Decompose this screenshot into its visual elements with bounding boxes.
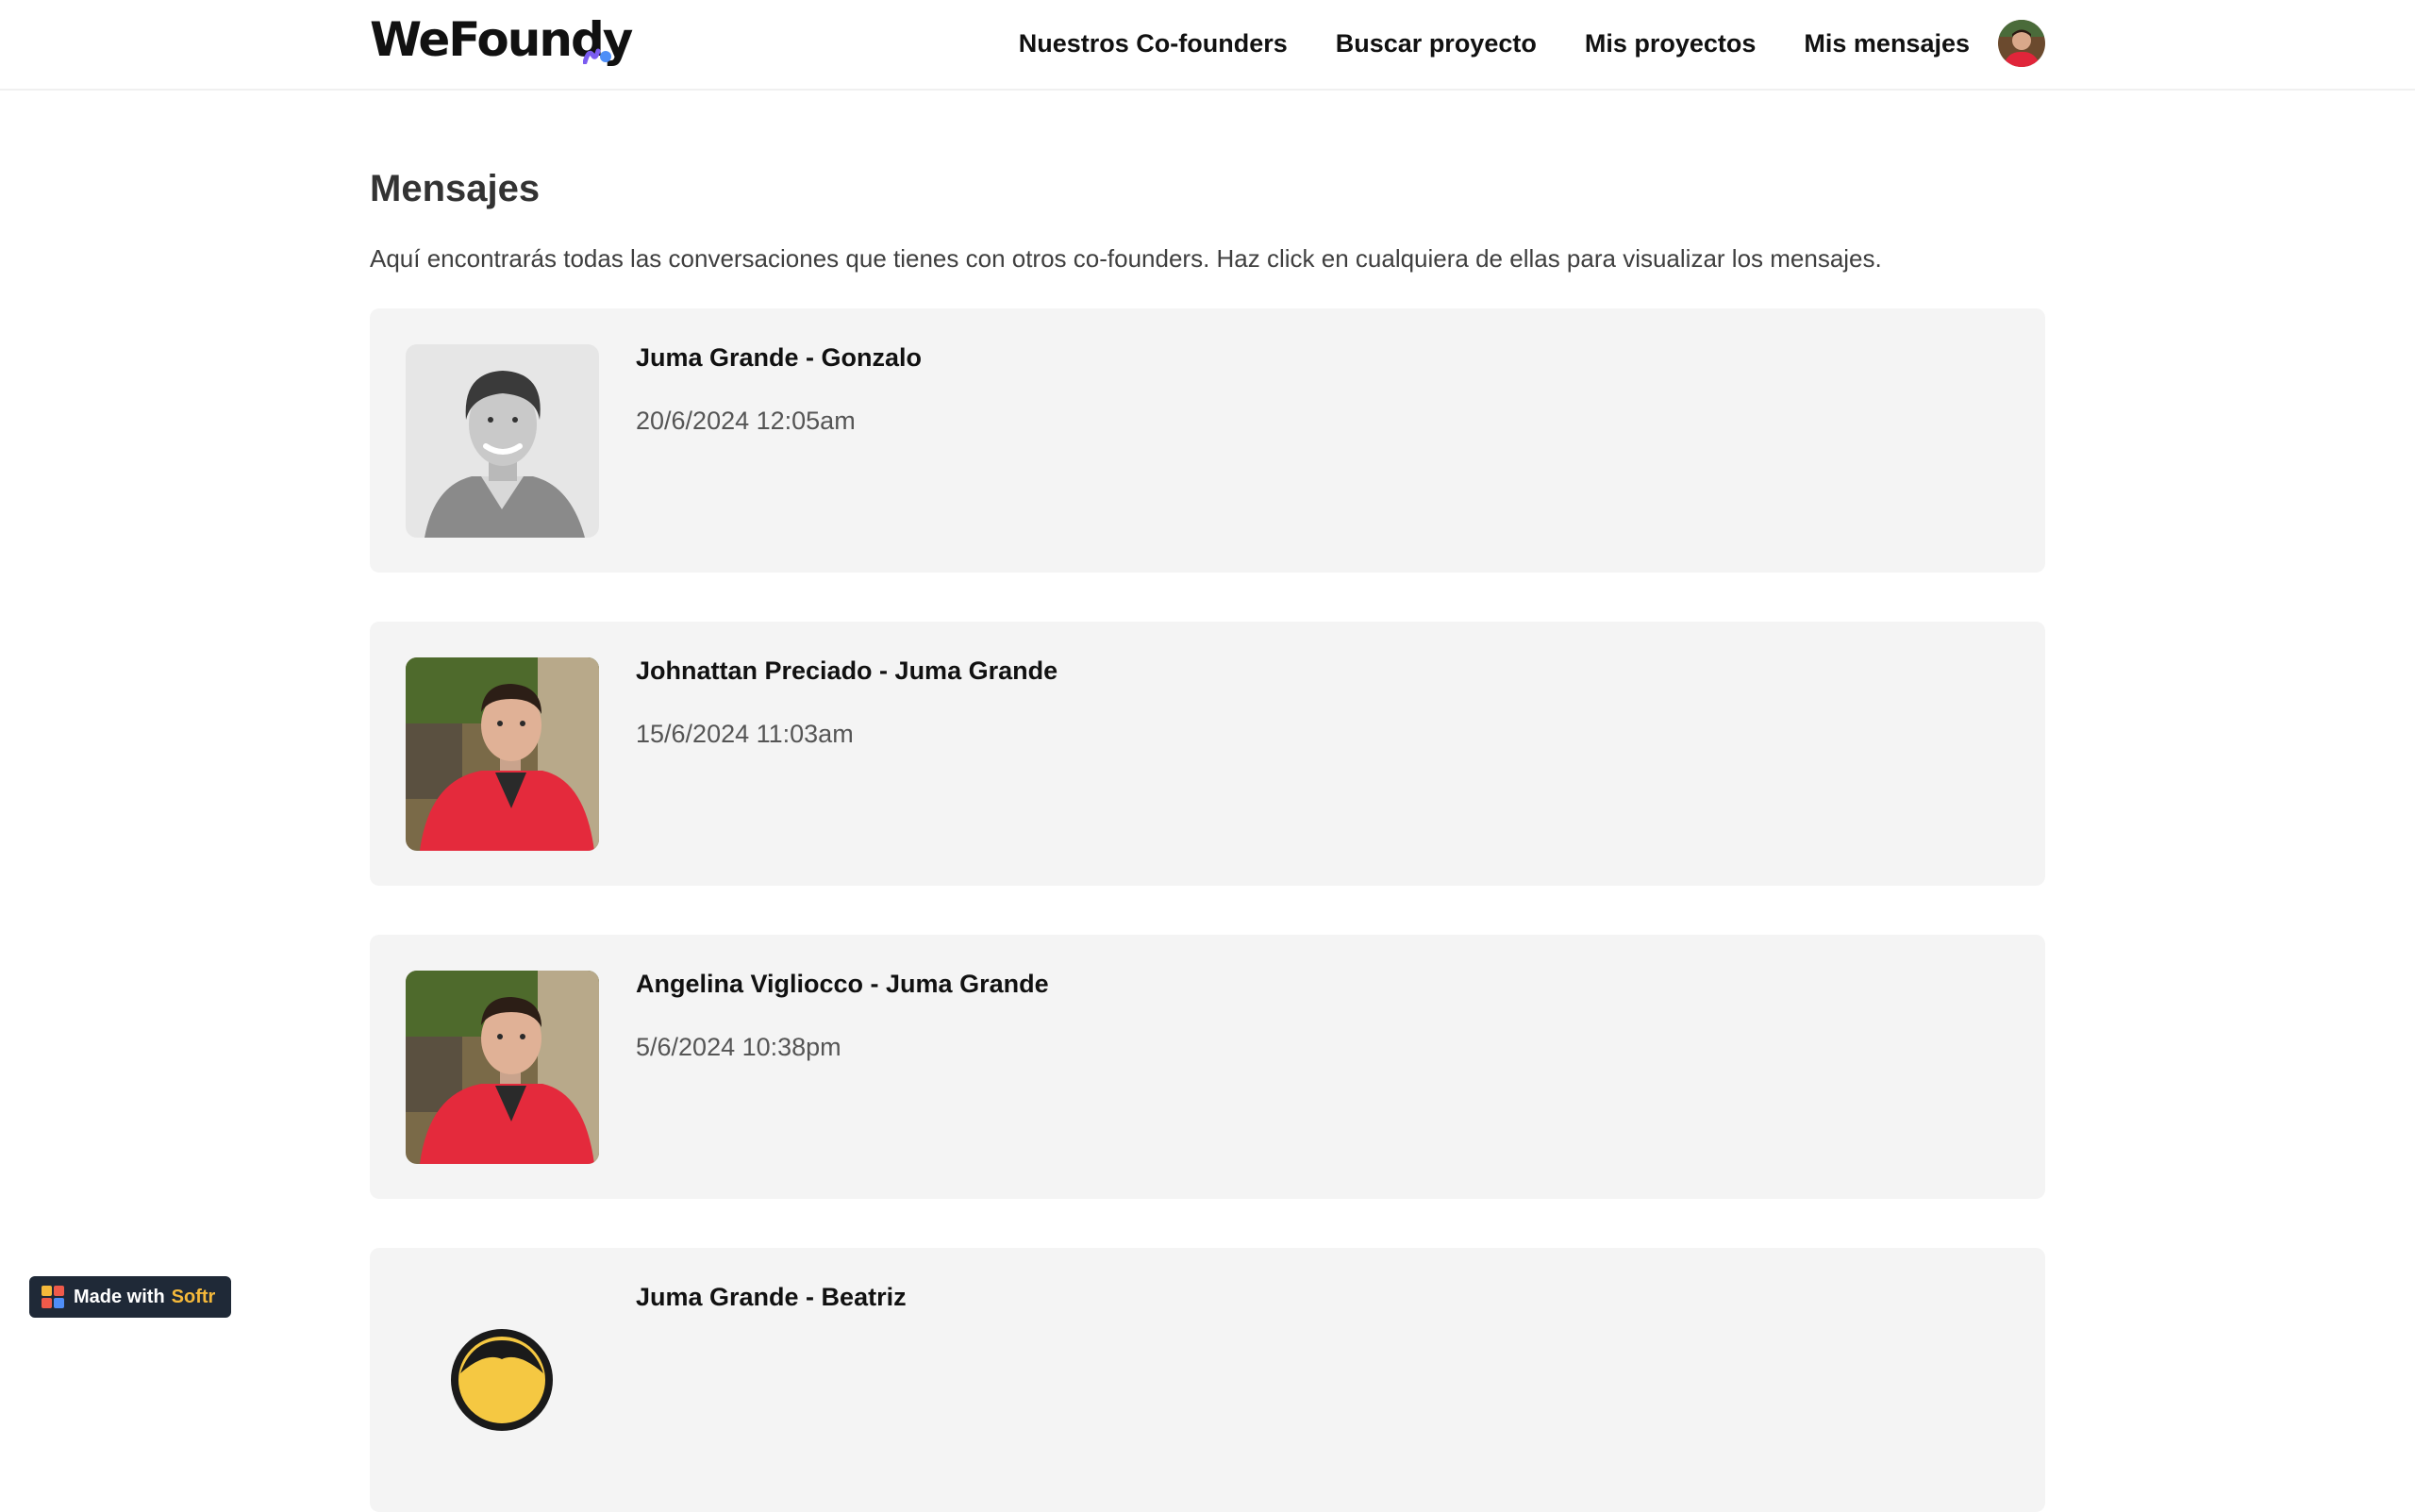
logo-mark-icon — [583, 48, 611, 64]
badge-brand-text: Softr — [171, 1287, 216, 1307]
nav-link-mis-mensajes[interactable]: Mis mensajes — [1804, 26, 1970, 60]
conversation-title: Johnattan Preciado - Juma Grande — [636, 656, 1058, 685]
conversation-date: 20/6/2024 12:05am — [636, 407, 856, 435]
conversation-date: 15/6/2024 11:03am — [636, 720, 854, 748]
illustrated-avatar-icon — [406, 1284, 599, 1477]
conversation-title: Juma Grande - Beatriz — [636, 1283, 907, 1311]
conversation-card[interactable]: Angelina Vigliocco - Juma Grande 5/6/202… — [370, 935, 2045, 1199]
nav-link-co-founders[interactable]: Nuestros Co-founders — [1019, 26, 1288, 60]
conversation-title: Angelina Vigliocco - Juma Grande — [636, 970, 1049, 998]
nav-link-buscar-proyecto[interactable]: Buscar proyecto — [1336, 26, 1537, 60]
conversation-card[interactable]: Johnattan Preciado - Juma Grande 15/6/20… — [370, 622, 2045, 886]
user-avatar[interactable] — [1998, 20, 2045, 67]
conversation-card[interactable]: Juma Grande - Beatriz — [370, 1248, 2045, 1512]
conversation-card[interactable]: Juma Grande - Gonzalo 20/6/2024 12:05am — [370, 308, 2045, 573]
selfie-red-jacket-icon — [406, 971, 599, 1164]
softr-logo-icon — [42, 1286, 64, 1308]
grayscale-portrait-icon — [406, 344, 599, 538]
user-avatar-photo-icon — [1998, 20, 2045, 67]
made-with-softr-badge[interactable]: Made with Softr — [29, 1276, 231, 1318]
top-navbar: WeFoundy Nuestros Co-founders Buscar pro… — [0, 0, 2415, 91]
conversation-photo — [406, 1284, 599, 1477]
conversation-title: Juma Grande - Gonzalo — [636, 343, 923, 372]
conversation-photo — [406, 344, 599, 538]
nav-link-mis-proyectos[interactable]: Mis proyectos — [1585, 26, 1757, 60]
main-nav: Nuestros Co-founders Buscar proyecto Mis… — [971, 26, 1970, 60]
badge-made-with-text: Made with — [74, 1287, 165, 1307]
conversation-photo — [406, 971, 599, 1164]
page-description: Aquí encontrarás todas las conversacione… — [370, 244, 1882, 273]
page-title: Mensajes — [370, 168, 541, 209]
conversation-photo — [406, 657, 599, 851]
conversation-date: 5/6/2024 10:38pm — [636, 1033, 841, 1061]
selfie-red-jacket-icon — [406, 657, 599, 851]
